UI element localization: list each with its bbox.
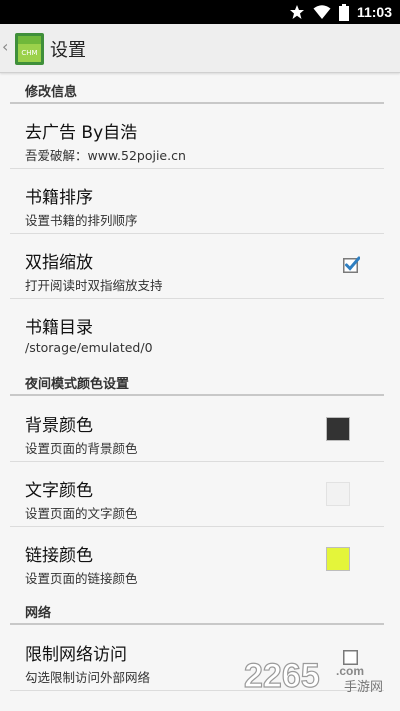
watermark-suffix: .com <box>336 664 364 678</box>
pref-summary: 设置页面的文字颜色 <box>25 506 138 521</box>
pref-book-dir[interactable]: 书籍目录 /storage/emulated/0 <box>10 299 384 363</box>
category-modify-info: 修改信息 <box>10 74 384 104</box>
category-night-mode: 夜间模式颜色设置 <box>10 366 384 396</box>
back-chevron-icon[interactable]: ‹ <box>2 37 8 56</box>
pref-summary: /storage/emulated/0 <box>25 340 153 355</box>
pref-title: 书籍排序 <box>25 188 93 208</box>
link-color-swatch[interactable] <box>326 547 350 571</box>
pref-pinch-zoom[interactable]: 双指缩放 打开阅读时双指缩放支持 <box>10 234 384 299</box>
battery-icon <box>338 3 349 21</box>
pref-title: 限制网络访问 <box>25 645 127 665</box>
text-color-swatch[interactable] <box>326 482 350 506</box>
clock: 11:03 <box>356 4 392 20</box>
watermark-number: 2265 <box>244 657 320 695</box>
settings-list[interactable]: 修改信息 去广告 By自浩 吾爱破解：www.52pojie.cn 书籍排序 设… <box>0 73 400 711</box>
category-network: 网络 <box>10 595 384 625</box>
pinch-zoom-checkbox[interactable] <box>343 256 360 273</box>
category-label: 修改信息 <box>25 85 78 100</box>
pref-title: 链接颜色 <box>25 546 93 566</box>
bg-color-swatch[interactable] <box>326 417 350 441</box>
pref-summary: 设置书籍的排列顺序 <box>25 213 138 228</box>
pref-text-color[interactable]: 文字颜色 设置页面的文字颜色 <box>10 462 384 527</box>
pref-title: 背景颜色 <box>25 416 93 436</box>
pref-summary: 吾爱破解：www.52pojie.cn <box>25 148 186 163</box>
chm-app-icon[interactable]: CHM <box>15 33 44 65</box>
wifi-icon <box>313 5 331 19</box>
pref-remove-ads[interactable]: 去广告 By自浩 吾爱破解：www.52pojie.cn <box>10 104 384 169</box>
category-label: 夜间模式颜色设置 <box>25 377 130 392</box>
pref-title: 书籍目录 <box>25 318 93 338</box>
pref-summary: 勾选限制访问外部网络 <box>25 670 151 685</box>
watermark-logo: 2265 .com 手游网 <box>244 656 383 695</box>
app-icon-label: CHM <box>21 49 37 57</box>
pref-summary: 打开阅读时双指缩放支持 <box>25 278 163 293</box>
pref-summary: 设置页面的链接颜色 <box>25 571 138 586</box>
pref-title: 文字颜色 <box>25 481 93 501</box>
watermark-cn: 手游网 <box>344 680 383 695</box>
pref-title: 双指缩放 <box>25 253 93 273</box>
pref-book-sort[interactable]: 书籍排序 设置书籍的排列顺序 <box>10 169 384 234</box>
app-bar: ‹ CHM 设置 <box>0 24 400 73</box>
status-bar: 11:03 <box>0 0 400 24</box>
pref-summary: 设置页面的背景颜色 <box>25 441 138 456</box>
pref-bg-color[interactable]: 背景颜色 设置页面的背景颜色 <box>10 397 384 462</box>
page-title: 设置 <box>50 40 86 61</box>
category-label: 网络 <box>25 606 52 621</box>
pref-link-color[interactable]: 链接颜色 设置页面的链接颜色 <box>10 527 384 591</box>
star-icon <box>289 5 304 19</box>
pref-title: 去广告 By自浩 <box>25 123 138 143</box>
